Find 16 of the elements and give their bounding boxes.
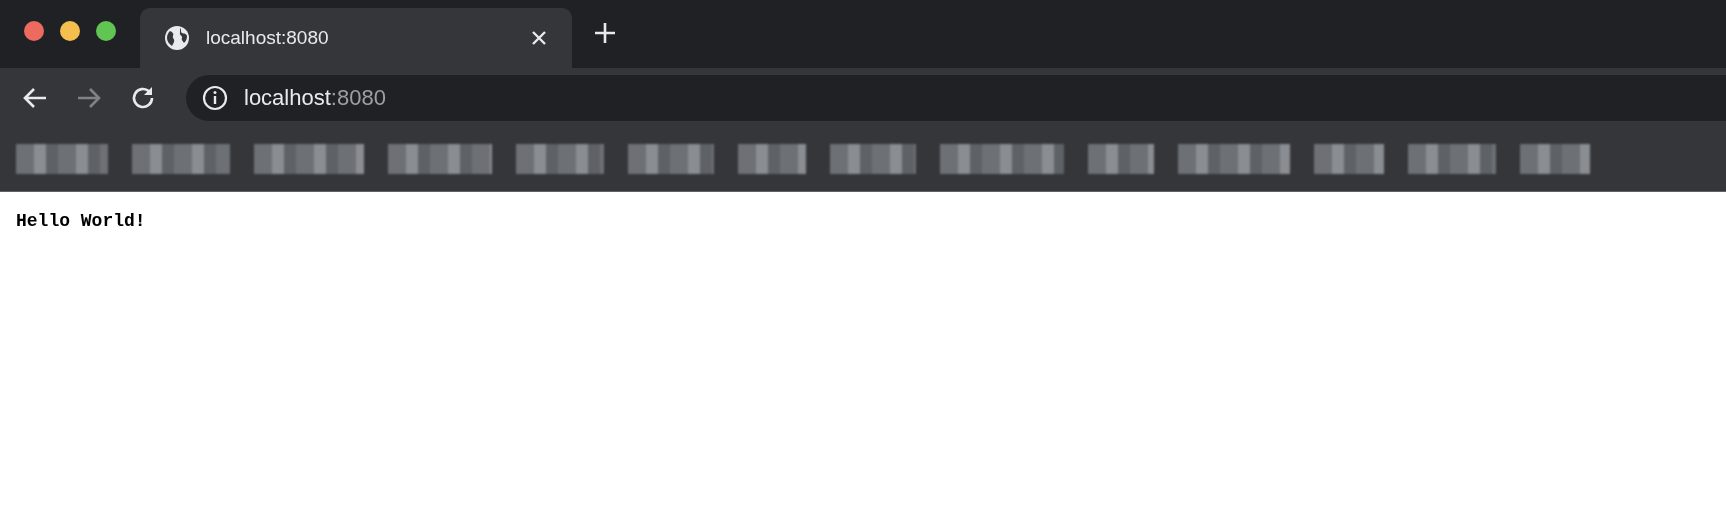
redacted-bookmark (1314, 144, 1384, 174)
window-control[interactable] (96, 21, 116, 41)
plus-icon (592, 20, 618, 46)
browser-tab[interactable]: localhost:8080 (140, 8, 572, 68)
close-icon[interactable] (530, 29, 548, 47)
globe-icon (164, 25, 190, 51)
address-bar[interactable]: localhost:8080 (186, 74, 1726, 121)
page-text: Hello World! (16, 210, 147, 233)
url-host: localhost (244, 85, 331, 110)
redacted-bookmark (1088, 144, 1154, 174)
window-control[interactable] (60, 21, 80, 41)
redacted-bookmark (738, 144, 806, 174)
redacted-bookmark (1520, 144, 1590, 174)
url-port: :8080 (330, 85, 386, 110)
window-control[interactable] (24, 21, 44, 41)
info-icon (202, 84, 228, 111)
